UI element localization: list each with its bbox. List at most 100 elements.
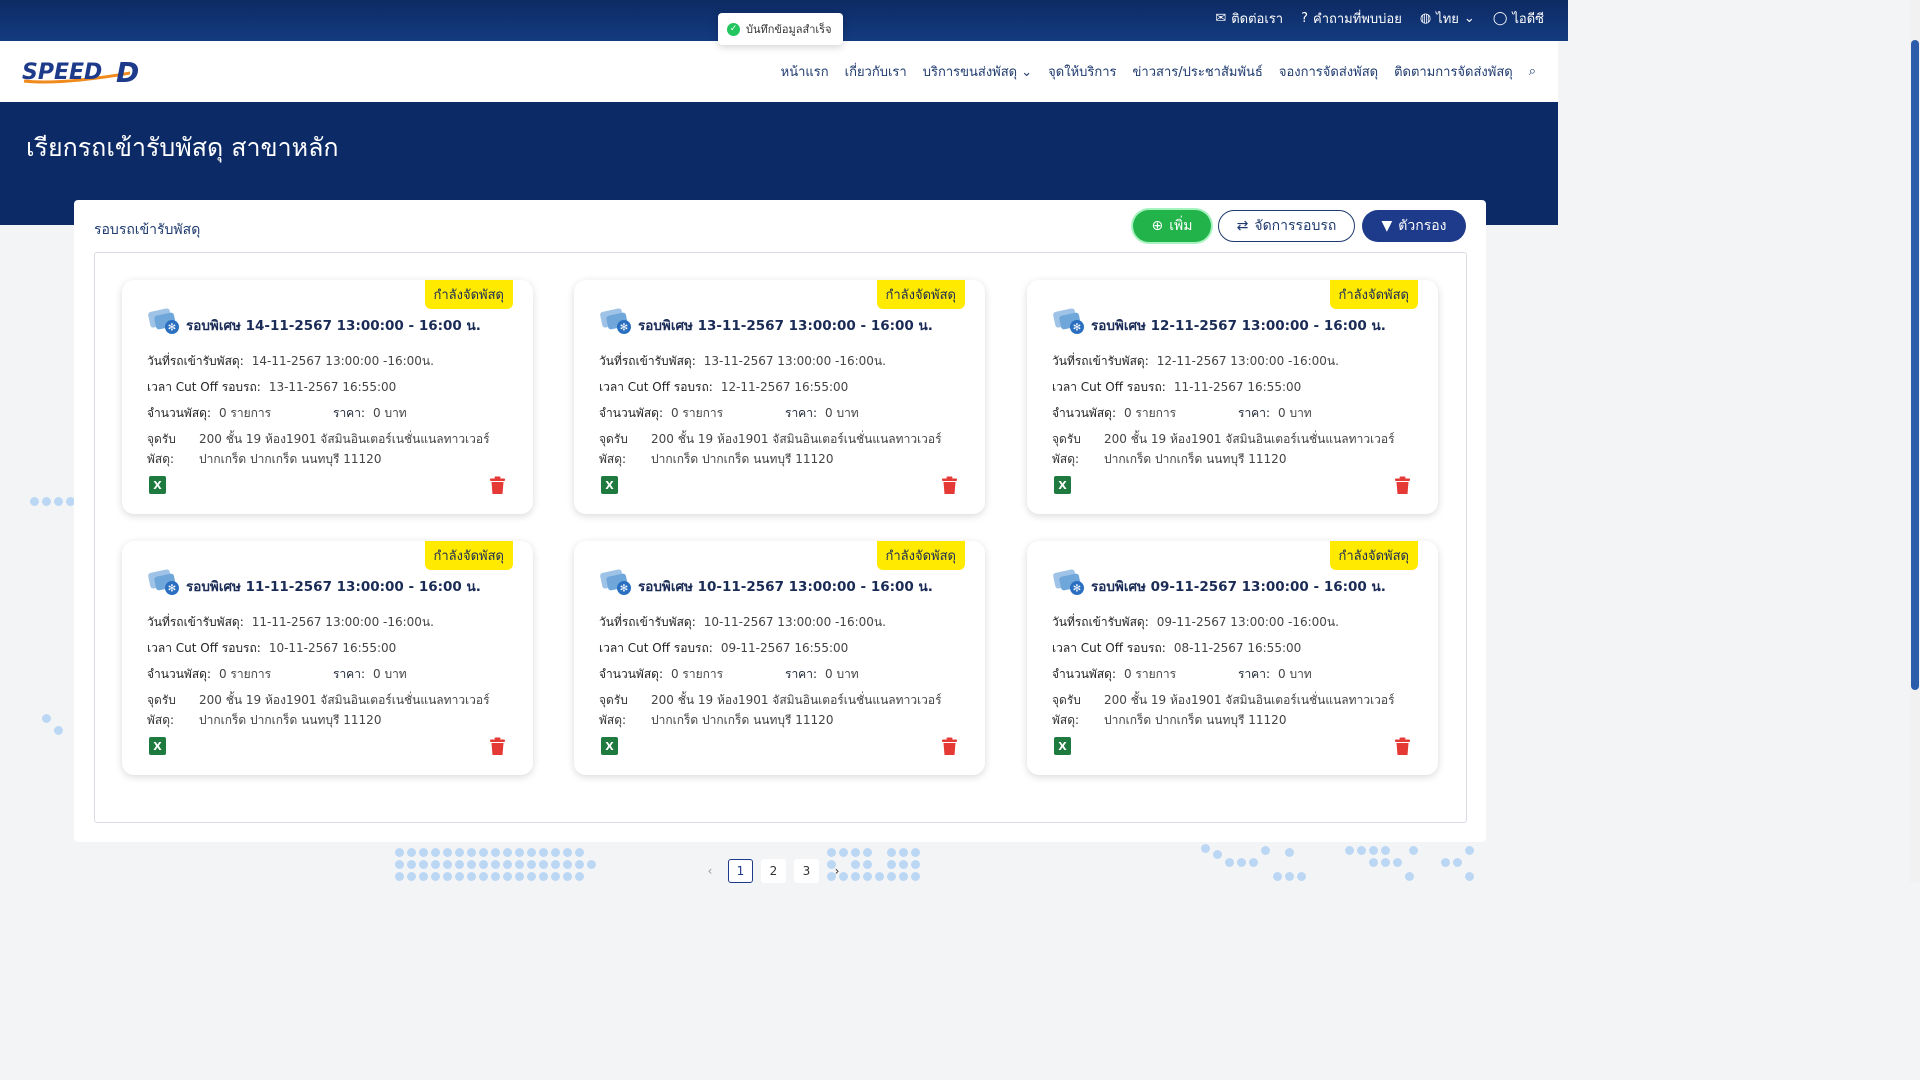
nav-item-service-points[interactable]: จุดให้บริการ (1048, 61, 1116, 82)
speed-d-logo[interactable]: SPEED D (20, 55, 152, 89)
pickup-address: จุดรับ พัสดุ: 200 ชั้น 19 ห้อง1901 จัสมิน… (147, 429, 490, 469)
manage-button-label: จัดการรอบรถ (1254, 218, 1337, 234)
excel-export-icon[interactable]: X (149, 737, 166, 755)
count-label: จำนวนพัสดุ: (1052, 667, 1116, 681)
price-value: 0 บาท (825, 667, 859, 681)
address-value: 200 ชั้น 19 ห้อง1901 จัสมินอินเตอร์เนชั่… (1104, 429, 1395, 469)
page-scrollbar[interactable] (1910, 0, 1920, 882)
pickup-round-card[interactable]: กำลังจัดพัสดุ ✻ รอบพิเศษ 12-11-2567 13:0… (1027, 280, 1438, 514)
pickup-address: จุดรับ พัสดุ: 200 ชั้น 19 ห้อง1901 จัสมิน… (1052, 429, 1395, 469)
faq-label: คำถามที่พบบ่อย (1313, 12, 1402, 27)
filter-button[interactable]: ▼ ตัวกรอง (1362, 210, 1466, 242)
trash-icon[interactable] (941, 476, 958, 494)
status-badge: กำลังจัดพัสดุ (1329, 280, 1418, 309)
address-line1: 200 ชั้น 19 ห้อง1901 จัสมินอินเตอร์เนชั่… (199, 693, 490, 707)
trash-icon[interactable] (489, 476, 506, 494)
address-label: จุดรับ พัสดุ: (1052, 429, 1090, 469)
pickup-date-value: 09-11-2567 13:00:00 -16:00น. (1156, 615, 1339, 629)
check-circle-icon: ✓ (727, 22, 740, 36)
truck-snowflake-icon: ✻ (1053, 308, 1084, 334)
excel-export-icon[interactable]: X (1054, 476, 1071, 494)
svg-text:✻: ✻ (1073, 323, 1081, 334)
nav-item-about[interactable]: เกี่ยวกับเรา (845, 61, 907, 82)
round-title: รอบพิเศษ 09-11-2567 13:00:00 - 16:00 น. (1091, 579, 1386, 595)
scrollbar-thumb[interactable] (1911, 40, 1919, 690)
faq-link[interactable]: ? คำถามที่พบบ่อย (1301, 8, 1402, 29)
trash-icon[interactable] (941, 737, 958, 755)
price-row: ราคา: 0 บาท (785, 404, 859, 423)
toast-message: บันทึกข้อมูลสำเร็จ (746, 23, 832, 36)
count-row: จำนวนพัสดุ: 0 รายการ (599, 404, 723, 423)
pickup-date-row: วันที่รถเข้ารับพัสดุ: 10-11-2567 13:00:00… (599, 613, 886, 632)
trash-icon[interactable] (489, 737, 506, 755)
pickup-date-value: 11-11-2567 13:00:00 -16:00น. (251, 615, 434, 629)
address-label-line2: พัสดุ: (147, 713, 175, 727)
pickup-round-card[interactable]: กำลังจัดพัสดุ ✻ รอบพิเศษ 14-11-2567 13:0… (122, 280, 533, 514)
address-value: 200 ชั้น 19 ห้อง1901 จัสมินอินเตอร์เนชั่… (1104, 690, 1395, 730)
address-line2: ปากเกร็ด ปากเกร็ด นนทบุรี 11120 (199, 452, 382, 466)
contact-link[interactable]: ✉ ติดต่อเรา (1215, 8, 1283, 29)
excel-export-icon[interactable]: X (601, 737, 618, 755)
svg-text:✻: ✻ (620, 323, 628, 334)
pickup-round-card[interactable]: กำลังจัดพัสดุ ✻ รอบพิเศษ 09-11-2567 13:0… (1027, 541, 1438, 775)
trash-icon[interactable] (1394, 737, 1411, 755)
price-label: ราคา: (1238, 406, 1270, 420)
pagination: ‹ 1 2 3 › (700, 859, 847, 883)
excel-export-icon[interactable]: X (601, 476, 618, 494)
manage-rounds-button[interactable]: ⇄ จัดการรอบรถ (1218, 210, 1355, 242)
count-label: จำนวนพัสดุ: (147, 406, 211, 420)
truck-snowflake-icon: ✻ (600, 308, 631, 334)
excel-export-icon[interactable]: X (1054, 737, 1071, 755)
nav-item-booking[interactable]: จองการจัดส่งพัสดุ (1279, 61, 1378, 82)
pickup-round-card[interactable]: กำลังจัดพัสดุ ✻ รอบพิเศษ 11-11-2567 13:0… (122, 541, 533, 775)
pickup-date-label: วันที่รถเข้ารับพัสดุ: (599, 615, 696, 629)
pickup-rounds-panel: รอบรถเข้ารับพัสดุ ⊕ เพิ่ม ⇄ จัดการรอบรถ … (74, 200, 1486, 842)
plus-circle-icon: ⊕ (1151, 218, 1164, 234)
price-value: 0 บาท (825, 406, 859, 420)
status-badge: กำลังจัดพัสดุ (424, 541, 513, 570)
pickup-date-label: วันที่รถเข้ารับพัสดุ: (1052, 354, 1149, 368)
page-2[interactable]: 2 (761, 859, 786, 883)
address-label-line1: จุดรับ (599, 693, 628, 707)
pickup-round-card[interactable]: กำลังจัดพัสดุ ✻ รอบพิเศษ 10-11-2567 13:0… (574, 541, 985, 775)
main-navbar: SPEED D หน้าแรก เกี่ยวกับเรา บริการขนส่ง… (0, 41, 1558, 102)
count-value: 0 รายการ (670, 667, 724, 681)
next-page-icon[interactable]: › (827, 864, 847, 878)
page-1[interactable]: 1 (728, 859, 753, 883)
cutoff-value: 08-11-2567 16:55:00 (1173, 641, 1302, 655)
pickup-round-card[interactable]: กำลังจัดพัสดุ ✻ รอบพิเศษ 13-11-2567 13:0… (574, 280, 985, 514)
search-icon[interactable]: ⌕ (1529, 64, 1536, 79)
address-value: 200 ชั้น 19 ห้อง1901 จัสมินอินเตอร์เนชั่… (199, 690, 490, 730)
nav-item-tracking[interactable]: ติดตามการจัดส่งพัสดุ (1394, 61, 1513, 82)
nav-item-services[interactable]: บริการขนส่งพัสดุ ⌄ (923, 61, 1032, 82)
address-value: 200 ชั้น 19 ห้อง1901 จัสมินอินเตอร์เนชั่… (651, 429, 942, 469)
pickup-date-row: วันที่รถเข้ารับพัสดุ: 11-11-2567 13:00:00… (147, 613, 434, 632)
trash-icon[interactable] (1394, 476, 1411, 494)
add-button[interactable]: ⊕ เพิ่ม (1133, 210, 1211, 242)
truck-snowflake-icon: ✻ (148, 308, 179, 334)
pickup-address: จุดรับพัสดุ: 200 ชั้น 19 ห้อง1901 จัสมิน… (147, 690, 490, 730)
count-value: 0 รายการ (670, 406, 724, 420)
excel-export-icon[interactable]: X (149, 476, 166, 494)
language-selector[interactable]: ◍ ไทย ⌄ (1420, 8, 1475, 29)
address-label-line1: จุดรับ (147, 693, 176, 707)
user-menu[interactable]: ◯ ไอดีซี (1493, 8, 1544, 29)
page-3[interactable]: 3 (794, 859, 819, 883)
price-row: ราคา: 0 บาท (333, 665, 407, 684)
address-line2: ปากเกร็ด ปากเกร็ด นนทบุรี 11120 (1104, 713, 1287, 727)
chevron-down-icon: ⌄ (1463, 11, 1475, 26)
nav-item-news[interactable]: ข่าวสาร/ประชาสัมพันธ์ (1133, 61, 1263, 82)
count-row: จำนวนพัสดุ: 0 รายการ (147, 404, 271, 423)
prev-page-icon[interactable]: ‹ (700, 864, 720, 878)
mail-icon: ✉ (1215, 11, 1227, 26)
nav-item-home[interactable]: หน้าแรก (781, 61, 829, 82)
address-label: จุดรับ พัสดุ: (1052, 690, 1090, 730)
address-label-line2: พัสดุ: (599, 452, 627, 466)
cutoff-label: เวลา Cut Off รอบรถ: (1052, 641, 1166, 655)
address-label-line2: พัสดุ: (599, 713, 627, 727)
language-label: ไทย (1436, 12, 1459, 27)
cutoff-row: เวลา Cut Off รอบรถ: 10-11-2567 16:55:00 (147, 639, 396, 658)
user-label: ไอดีซี (1512, 12, 1544, 27)
cutoff-row: เวลา Cut Off รอบรถ: 13-11-2567 16:55:00 (147, 378, 396, 397)
cutoff-value: 13-11-2567 16:55:00 (268, 380, 397, 394)
